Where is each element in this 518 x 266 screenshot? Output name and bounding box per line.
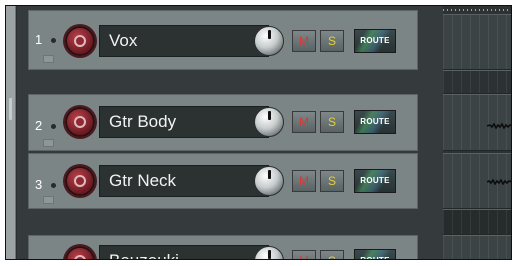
lane-separator	[443, 209, 511, 235]
volume-knob[interactable]	[254, 26, 284, 56]
track-panel-edge[interactable]	[6, 6, 16, 259]
folder-icon[interactable]	[43, 139, 54, 147]
mute-button[interactable]: M	[292, 170, 316, 192]
track-number: 2	[35, 118, 43, 133]
solo-button[interactable]: S	[320, 170, 344, 192]
record-arm-icon	[74, 255, 86, 259]
route-button[interactable]: ROUTE	[354, 110, 396, 134]
track-number: 4	[35, 258, 42, 259]
record-arm-icon	[74, 35, 86, 47]
route-label: ROUTE	[360, 36, 390, 45]
record-arm-icon	[74, 175, 86, 187]
route-label: ROUTE	[360, 256, 390, 259]
route-button[interactable]: ROUTE	[354, 29, 396, 53]
knob-pointer-icon	[268, 111, 271, 120]
track-control-panel-area: 1 Vox M S ROUTE 2 Gtr Body M S ROUTE 3 G…	[17, 6, 443, 259]
audio-waveform	[487, 179, 511, 185]
track-2-lane[interactable]	[443, 94, 511, 151]
track-1-control-panel[interactable]: 1 Vox M S ROUTE	[28, 10, 418, 70]
solo-button[interactable]: S	[320, 250, 344, 259]
folder-icon[interactable]	[43, 196, 54, 204]
resize-grip[interactable]	[9, 98, 12, 120]
route-button[interactable]: ROUTE	[354, 169, 396, 193]
knob-pointer-icon	[268, 250, 271, 259]
record-arm-button[interactable]	[65, 107, 95, 137]
arrange-view[interactable]	[443, 6, 511, 259]
route-label: ROUTE	[360, 176, 390, 185]
lane-separator	[443, 70, 511, 94]
record-arm-icon	[74, 116, 86, 128]
route-label: ROUTE	[360, 117, 390, 126]
track-name-field[interactable]: Gtr Neck	[99, 165, 269, 197]
track-name-field[interactable]: Vox	[99, 25, 269, 57]
record-arm-button[interactable]	[65, 166, 95, 196]
volume-knob[interactable]	[254, 107, 284, 137]
track-4-lane[interactable]	[443, 235, 511, 259]
track-4-control-panel[interactable]: 4 Bouzouki M S ROUTE	[28, 235, 418, 259]
route-button[interactable]: ROUTE	[354, 249, 396, 259]
timeline-ruler[interactable]	[443, 9, 511, 11]
solo-button[interactable]: S	[320, 30, 344, 52]
track-name-field[interactable]: Gtr Body	[99, 106, 269, 138]
track-1-lane[interactable]	[443, 14, 511, 70]
mute-button[interactable]: M	[292, 111, 316, 133]
track-dot-icon	[51, 183, 56, 188]
track-name-field[interactable]: Bouzouki	[99, 245, 269, 259]
knob-pointer-icon	[268, 30, 271, 39]
reaper-track-view: 1 Vox M S ROUTE 2 Gtr Body M S ROUTE 3 G…	[5, 5, 512, 260]
track-number: 1	[35, 32, 43, 47]
track-3-lane[interactable]	[443, 153, 511, 209]
track-3-control-panel[interactable]: 3 Gtr Neck M S ROUTE	[28, 153, 418, 209]
audio-waveform	[487, 123, 511, 129]
solo-button[interactable]: S	[320, 111, 344, 133]
record-arm-button[interactable]	[65, 26, 95, 56]
track-dot-icon	[51, 124, 56, 129]
mute-button[interactable]: M	[292, 30, 316, 52]
track-2-control-panel[interactable]: 2 Gtr Body M S ROUTE	[28, 94, 418, 151]
folder-icon[interactable]	[43, 55, 54, 63]
volume-knob[interactable]	[254, 166, 284, 196]
knob-pointer-icon	[268, 170, 271, 179]
mute-button[interactable]: M	[292, 250, 316, 259]
track-number: 3	[35, 177, 43, 192]
track-dot-icon	[51, 38, 56, 43]
record-arm-button[interactable]	[65, 246, 95, 259]
